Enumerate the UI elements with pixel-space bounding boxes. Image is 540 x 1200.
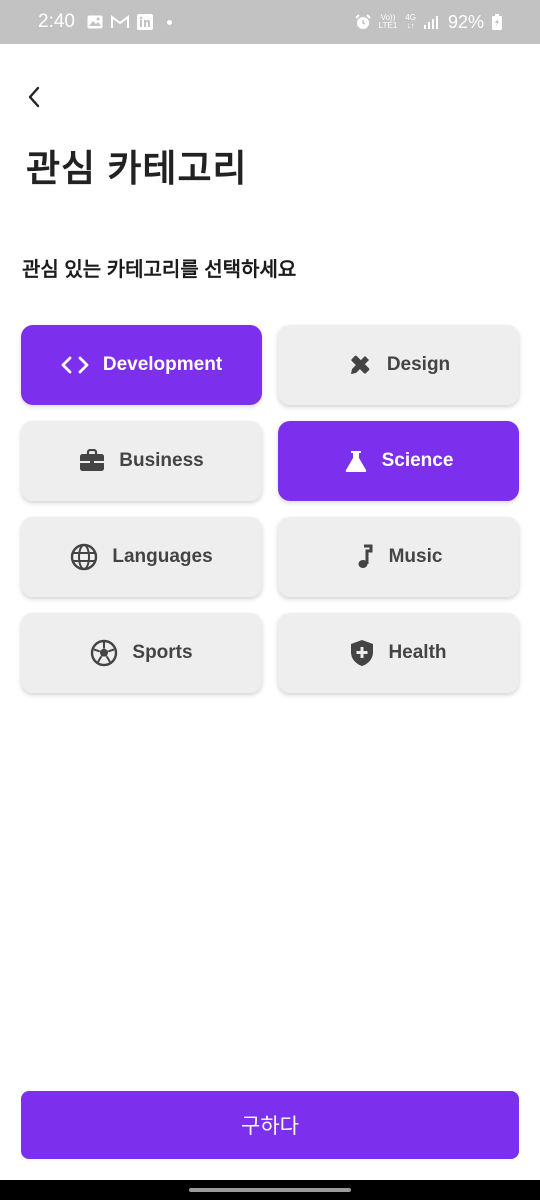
status-bar: 2:40 Vo)) LTE1 4G ↓↑ 92% xyxy=(0,0,540,44)
category-development[interactable]: Development xyxy=(21,325,262,405)
category-music[interactable]: Music xyxy=(278,517,519,597)
lte-label: LTE1 xyxy=(378,21,398,30)
category-label: Music xyxy=(388,546,443,567)
page-subtitle: 관심 있는 카테고리를 선택하세요 xyxy=(22,259,297,281)
category-label: Design xyxy=(386,354,451,375)
status-bar-left: 2:40 xyxy=(38,11,172,33)
status-time: 2:40 xyxy=(38,11,75,32)
submit-button-label: 구하다 xyxy=(241,1115,299,1138)
flask-icon xyxy=(345,451,366,472)
battery-percent: 92% xyxy=(447,11,484,32)
category-health[interactable]: Health xyxy=(278,613,519,693)
category-business[interactable]: Business xyxy=(21,421,262,501)
volte-lte-indicator: Vo)) LTE1 xyxy=(379,14,398,30)
category-label: Health xyxy=(388,642,447,663)
4g-label: 4G xyxy=(405,13,416,22)
linkedin-notification-icon xyxy=(136,14,153,30)
data-4g-indicator: 4G ↓↑ xyxy=(405,13,416,30)
category-label: Development xyxy=(102,354,223,375)
submit-button[interactable]: 구하다 xyxy=(21,1091,519,1159)
gallery-notification-icon xyxy=(87,15,103,29)
battery-charging-icon xyxy=(492,14,502,30)
category-label: Science xyxy=(381,450,454,471)
category-label: Sports xyxy=(132,642,193,663)
page-title: 관심 카테고리 xyxy=(26,148,248,189)
alarm-icon xyxy=(355,14,371,30)
health-shield-icon xyxy=(351,640,374,666)
design-icon xyxy=(350,354,371,374)
code-icon xyxy=(61,356,89,374)
category-languages[interactable]: Languages xyxy=(21,517,262,597)
briefcase-icon xyxy=(80,449,105,471)
more-notifications-dot xyxy=(166,19,172,25)
music-note-icon xyxy=(358,544,373,568)
home-gesture-handle[interactable] xyxy=(189,1188,351,1192)
gmail-notification-icon xyxy=(110,15,129,29)
system-nav-bar xyxy=(0,1180,540,1200)
category-label: Business xyxy=(119,450,204,471)
globe-icon xyxy=(71,543,98,571)
signal-strength-icon xyxy=(423,15,440,29)
status-bar-right: Vo)) LTE1 4G ↓↑ 92% xyxy=(355,12,502,33)
category-label: Languages xyxy=(112,546,213,567)
category-sports[interactable]: Sports xyxy=(21,613,262,693)
soccer-ball-icon xyxy=(91,639,118,667)
category-grid: Development Design Business Science Lang… xyxy=(21,325,519,693)
back-button[interactable] xyxy=(20,82,48,112)
chevron-left-icon xyxy=(28,86,40,108)
category-design[interactable]: Design xyxy=(278,325,519,405)
category-science[interactable]: Science xyxy=(278,421,519,501)
